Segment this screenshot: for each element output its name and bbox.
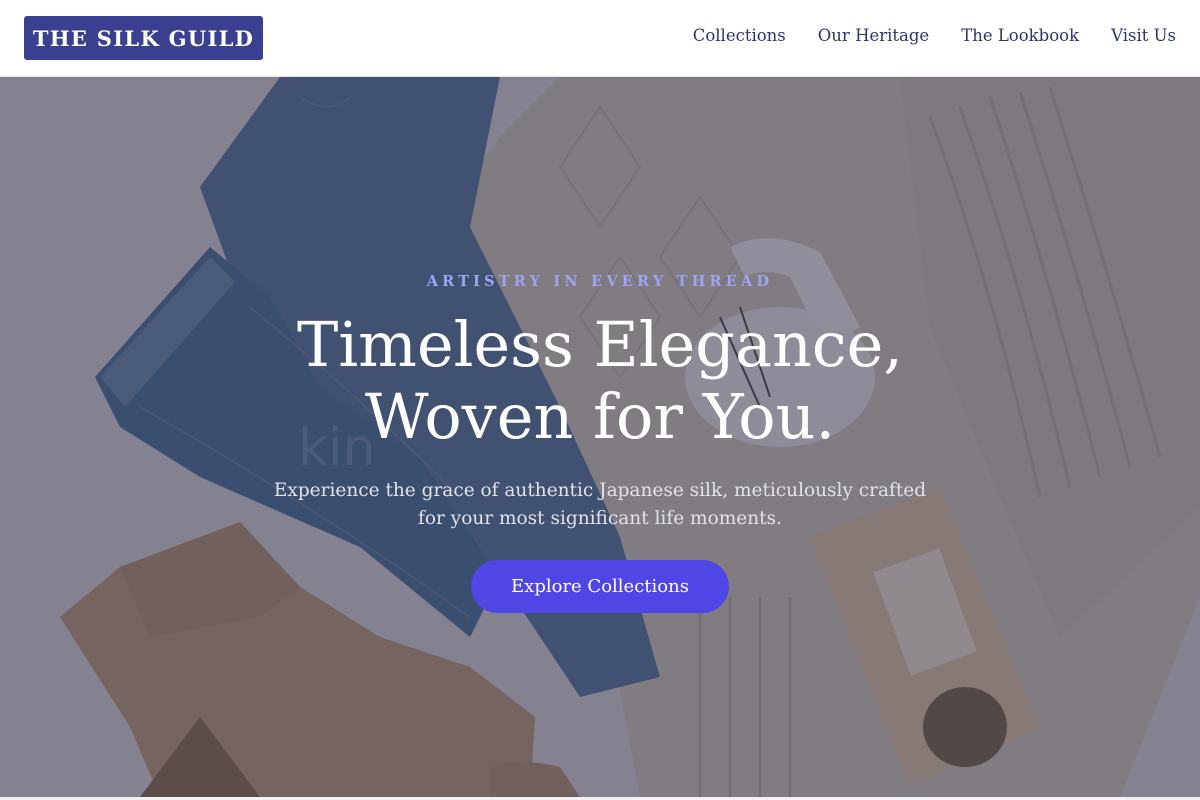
hero-eyebrow: ARTISTRY IN EVERY THREAD (426, 273, 774, 290)
hero-section: kin ARTISTRY IN EVERY THREAD Timeless El… (0, 77, 1200, 797)
explore-collections-button[interactable]: Explore Collections (471, 560, 729, 613)
main-nav: Collections Our Heritage The Lookbook Vi… (693, 26, 1176, 45)
hero-headline-line-2: Woven for You. (364, 380, 836, 453)
hero-content: ARTISTRY IN EVERY THREAD Timeless Elegan… (0, 77, 1200, 797)
hero-headline-line-1: Timeless Elegance, (296, 308, 903, 381)
nav-link-collections[interactable]: Collections (693, 26, 786, 45)
nav-link-the-lookbook[interactable]: The Lookbook (961, 26, 1079, 45)
logo[interactable]: THE SILK GUILD (24, 16, 263, 60)
nav-link-our-heritage[interactable]: Our Heritage (818, 26, 929, 45)
hero-subtext: Experience the grace of authentic Japane… (273, 480, 927, 529)
site-header: THE SILK GUILD Collections Our Heritage … (0, 0, 1200, 77)
hero-headline: Timeless Elegance, Woven for You. (0, 309, 1200, 453)
nav-link-visit-us[interactable]: Visit Us (1111, 26, 1176, 45)
